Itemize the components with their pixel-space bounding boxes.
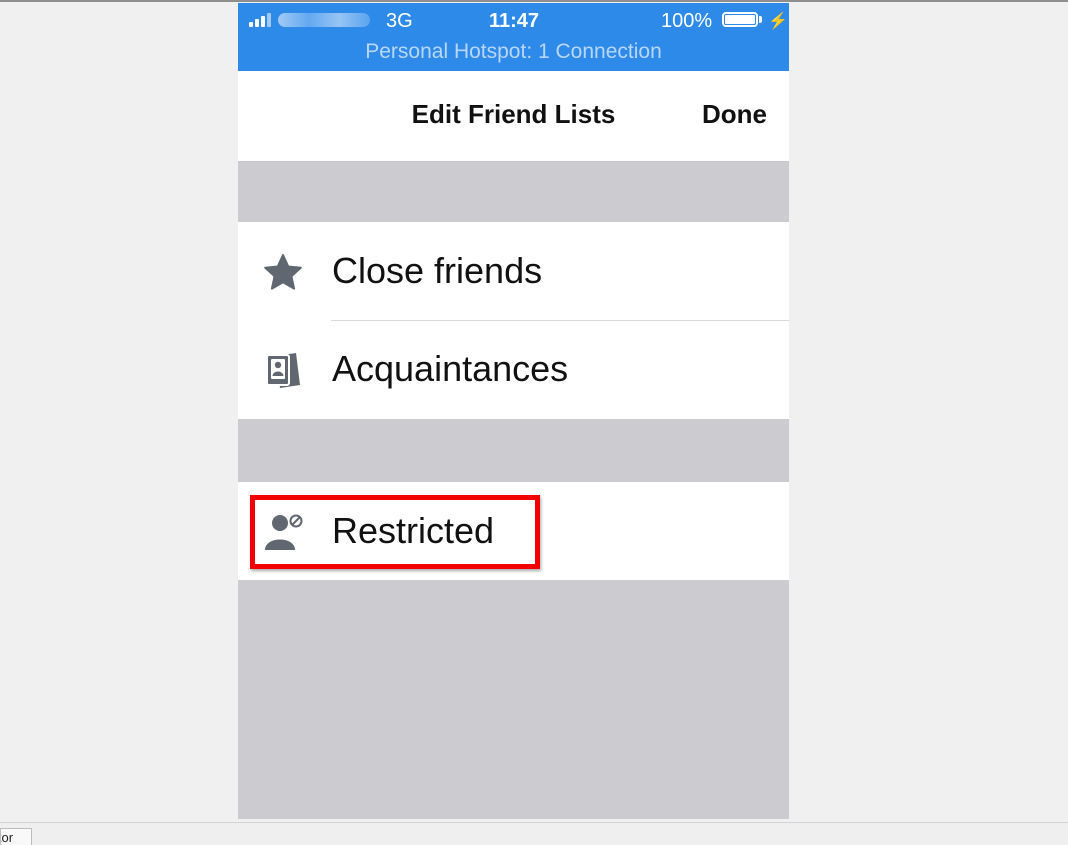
network-type: 3G	[386, 10, 413, 32]
id-card-person-icon	[262, 350, 304, 390]
list-item-label: Close friends	[332, 250, 543, 291]
battery-icon	[722, 12, 758, 27]
battery-tip	[759, 16, 762, 23]
list-item-close-friends[interactable]: Close friends	[238, 222, 789, 321]
list-item-label: Acquaintances	[332, 348, 569, 389]
highlight-box	[250, 495, 540, 569]
status-bar: 3G 11:47 100% ⚡ Personal Hotspot: 1 Conn…	[238, 3, 789, 71]
charging-bolt-icon: ⚡	[768, 13, 788, 30]
phone-screen: 3G 11:47 100% ⚡ Personal Hotspot: 1 Conn…	[238, 3, 789, 819]
list-item-acquaintances[interactable]: Acquaintances	[238, 320, 789, 418]
hotspot-banner[interactable]: Personal Hotspot: 1 Connection	[238, 40, 789, 64]
status-time: 11:47	[489, 10, 540, 32]
done-button[interactable]: Done	[702, 99, 767, 130]
signal-icon	[249, 13, 279, 27]
battery-percentage: 100%	[661, 10, 713, 32]
editor-tab[interactable]: itor	[0, 828, 32, 845]
window-top-border	[0, 0, 1068, 2]
friend-lists-group: Close friends Acquaintances	[238, 222, 789, 419]
star-icon	[262, 252, 304, 292]
bottom-taskbar: itor	[0, 822, 1068, 845]
navigation-bar: Edit Friend Lists Done	[238, 71, 789, 162]
carrier-name-redacted	[278, 13, 370, 27]
